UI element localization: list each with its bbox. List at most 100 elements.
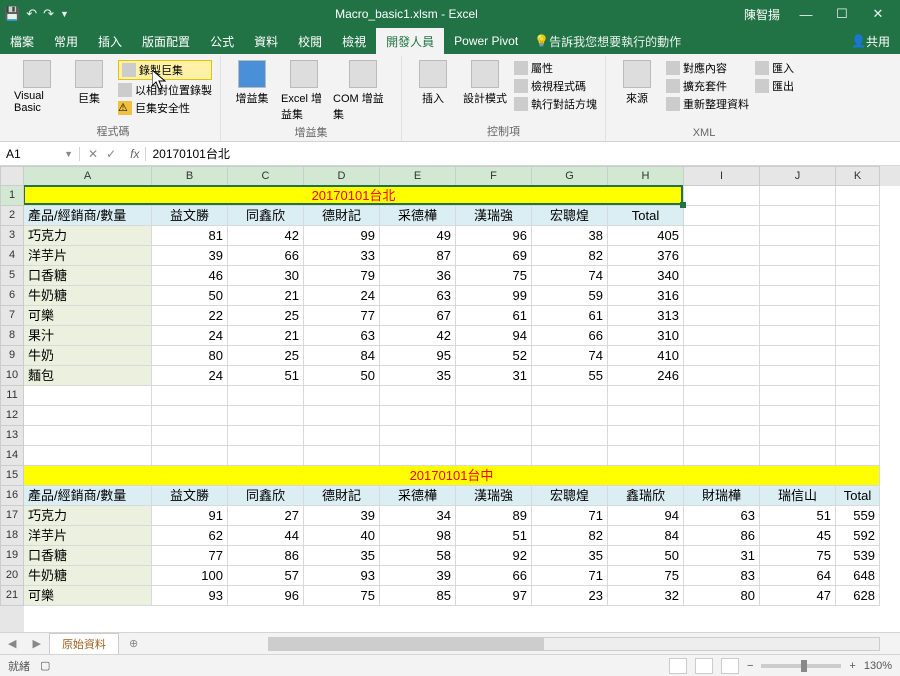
- cell[interactable]: [456, 446, 532, 466]
- cell[interactable]: [152, 446, 228, 466]
- cell[interactable]: [836, 346, 880, 366]
- col-header-H[interactable]: H: [608, 166, 684, 186]
- cell[interactable]: [228, 406, 304, 426]
- cell[interactable]: [760, 246, 836, 266]
- cell[interactable]: 33: [304, 246, 380, 266]
- cell[interactable]: 86: [228, 546, 304, 566]
- cell[interactable]: 同鑫欣: [228, 206, 304, 226]
- cell[interactable]: 39: [380, 566, 456, 586]
- cell[interactable]: 99: [304, 226, 380, 246]
- close-button[interactable]: ✕: [860, 6, 896, 22]
- cell[interactable]: [760, 406, 836, 426]
- cell[interactable]: 313: [608, 306, 684, 326]
- cell[interactable]: [836, 326, 880, 346]
- cell[interactable]: 44: [228, 526, 304, 546]
- cell[interactable]: [24, 386, 152, 406]
- cell[interactable]: [760, 386, 836, 406]
- row-header-10[interactable]: 10: [0, 366, 24, 386]
- cell[interactable]: [304, 406, 380, 426]
- cell[interactable]: [684, 246, 760, 266]
- export-button[interactable]: 匯出: [755, 78, 794, 94]
- cell[interactable]: 93: [304, 566, 380, 586]
- cell[interactable]: [380, 386, 456, 406]
- row-header-12[interactable]: 12: [0, 406, 24, 426]
- cell[interactable]: 果汁: [24, 326, 152, 346]
- addins-button[interactable]: 增益集: [229, 60, 275, 106]
- cell[interactable]: [532, 386, 608, 406]
- macros-button[interactable]: 巨集: [66, 60, 112, 106]
- cell[interactable]: [836, 366, 880, 386]
- insert-control-button[interactable]: 插入: [410, 60, 456, 106]
- cell[interactable]: 405: [608, 226, 684, 246]
- horizontal-scrollbar[interactable]: [268, 637, 880, 651]
- cell[interactable]: [760, 326, 836, 346]
- cell[interactable]: 口香糖: [24, 546, 152, 566]
- run-dialog-button[interactable]: 執行對話方塊: [514, 96, 597, 112]
- cell[interactable]: 洋芋片: [24, 246, 152, 266]
- cell[interactable]: Total: [836, 486, 880, 506]
- zoom-slider[interactable]: [761, 664, 841, 668]
- record-macro-button[interactable]: 錄製巨集: [118, 60, 212, 80]
- row-header-6[interactable]: 6: [0, 286, 24, 306]
- tab-formulas[interactable]: 公式: [200, 28, 244, 54]
- cell[interactable]: 宏聰煌: [532, 486, 608, 506]
- col-header-C[interactable]: C: [228, 166, 304, 186]
- cell[interactable]: [152, 406, 228, 426]
- cell[interactable]: 100: [152, 566, 228, 586]
- cell[interactable]: 59: [532, 286, 608, 306]
- row-header-18[interactable]: 18: [0, 526, 24, 546]
- com-addins-button[interactable]: COM 增益集: [333, 60, 393, 122]
- fill-handle[interactable]: [680, 202, 686, 208]
- cell[interactable]: 80: [152, 346, 228, 366]
- tab-layout[interactable]: 版面配置: [132, 28, 200, 54]
- cell[interactable]: [380, 406, 456, 426]
- row-header-19[interactable]: 19: [0, 546, 24, 566]
- cell[interactable]: 75: [456, 266, 532, 286]
- cell[interactable]: 63: [684, 506, 760, 526]
- cell[interactable]: 66: [228, 246, 304, 266]
- cell[interactable]: 316: [608, 286, 684, 306]
- import-button[interactable]: 匯入: [755, 60, 794, 76]
- cell[interactable]: [836, 286, 880, 306]
- cell[interactable]: 31: [684, 546, 760, 566]
- cell[interactable]: 30: [228, 266, 304, 286]
- cell[interactable]: 80: [684, 586, 760, 606]
- row-header-13[interactable]: 13: [0, 426, 24, 446]
- zoom-in-button[interactable]: +: [849, 660, 855, 672]
- properties-button[interactable]: 屬性: [514, 60, 597, 76]
- tab-data[interactable]: 資料: [244, 28, 288, 54]
- undo-icon[interactable]: ↶: [26, 6, 37, 22]
- cell[interactable]: 63: [304, 326, 380, 346]
- cell[interactable]: 86: [684, 526, 760, 546]
- cell[interactable]: 81: [152, 226, 228, 246]
- map-properties-button[interactable]: 對應內容: [666, 60, 749, 76]
- cell[interactable]: 87: [380, 246, 456, 266]
- tell-me-search[interactable]: 💡 告訴我您想要執行的動作: [534, 28, 681, 54]
- enter-formula-icon[interactable]: ✓: [106, 147, 116, 161]
- view-code-button[interactable]: 檢視程式碼: [514, 78, 597, 94]
- visual-basic-button[interactable]: Visual Basic: [14, 60, 60, 114]
- zoom-level[interactable]: 130%: [864, 660, 892, 672]
- col-header-F[interactable]: F: [456, 166, 532, 186]
- cell[interactable]: 35: [532, 546, 608, 566]
- cancel-formula-icon[interactable]: ✕: [88, 147, 98, 161]
- row-header-4[interactable]: 4: [0, 246, 24, 266]
- tab-home[interactable]: 常用: [44, 28, 88, 54]
- cell[interactable]: [836, 406, 880, 426]
- formula-input[interactable]: 20170101台北: [146, 145, 900, 162]
- cell[interactable]: 74: [532, 346, 608, 366]
- cell[interactable]: [152, 426, 228, 446]
- cell[interactable]: 64: [760, 566, 836, 586]
- cell[interactable]: 42: [380, 326, 456, 346]
- cell[interactable]: [760, 426, 836, 446]
- cell[interactable]: 45: [760, 526, 836, 546]
- cell[interactable]: 74: [532, 266, 608, 286]
- minimize-button[interactable]: —: [788, 7, 824, 22]
- cell[interactable]: 96: [228, 586, 304, 606]
- maximize-button[interactable]: ☐: [824, 6, 860, 22]
- cell[interactable]: [304, 426, 380, 446]
- cell[interactable]: [684, 206, 760, 226]
- cell[interactable]: 益文勝: [152, 206, 228, 226]
- cell[interactable]: 75: [608, 566, 684, 586]
- cell[interactable]: [24, 406, 152, 426]
